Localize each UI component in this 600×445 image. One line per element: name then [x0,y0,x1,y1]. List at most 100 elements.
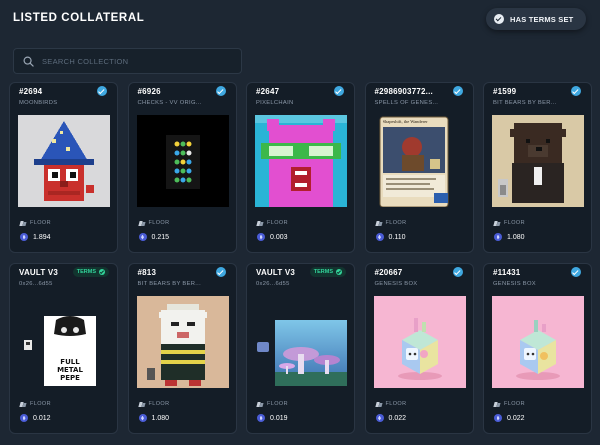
eth-icon [494,233,502,241]
card-title: #2694 [19,87,43,96]
nft-card[interactable]: #6926 CHECKS - VV ORIG... FLOOR 0.215 [127,82,237,253]
has-terms-set-button[interactable]: HAS TERMS SET [486,8,586,30]
search-bar[interactable] [13,48,242,74]
card-vault-address: 0x26...6d55 [19,281,53,287]
card-collection: BIT BEARS BY BER... [493,100,557,106]
eth-icon [20,233,28,241]
card-title: #11431 [493,268,521,277]
card-title: #20667 [374,268,403,277]
terms-badge: TERMS [72,267,109,277]
card-collection: SPELLS OF GENES... [374,100,439,106]
eth-icon [257,233,265,241]
nft-image: FULL METAL PEPE [18,296,110,388]
nft-card[interactable]: #11431 GENESIS BOX FLOOR 0.022 [483,263,592,434]
eth-icon [375,233,384,241]
eth-icon [138,414,147,422]
verified-icon [334,86,344,96]
floor-label: FLOOR [139,220,170,226]
floor-icon [257,221,263,226]
nft-card[interactable]: VAULT V3 0x26...6d55 TERMS FLOOR 0.019 [246,263,355,434]
verified-icon [452,86,463,96]
search-input[interactable] [42,56,232,66]
card-art-caption: FULL METAL PEPE [57,358,83,382]
floor-value: 0.022 [375,414,406,422]
check-icon [99,269,105,275]
floor-icon [20,221,26,226]
floor-label: FLOOR [376,401,407,407]
nft-image [136,296,229,388]
eth-icon [257,414,265,422]
card-title: #2647 [256,87,280,96]
check-icon [336,269,342,275]
floor-label: FLOOR [257,220,288,226]
floor-label: FLOOR [20,220,51,226]
check-circle-icon [494,14,504,24]
floor-value: 0.215 [138,233,169,241]
card-collection: MOONBIRDS [19,100,58,106]
nft-card[interactable]: #20667 GENESIS BOX FLOOR 0.022 [364,263,474,434]
page-title: LISTED COLLATERAL [13,12,145,24]
has-terms-set-label: HAS TERMS SET [510,14,574,24]
eth-icon [20,414,28,422]
nft-card[interactable]: #2986903772... SPELLS OF GENES... Shapes… [364,82,474,253]
floor-label: FLOOR [494,401,525,407]
nft-card[interactable]: #1599 BIT BEARS BY BER... FLOOR 1.080 [483,82,592,253]
floor-icon [376,402,382,407]
eth-icon [494,414,502,422]
nft-image [18,115,110,207]
card-title: VAULT V3 [256,268,296,277]
card-collection: GENESIS BOX [493,281,536,287]
nft-image [136,115,229,207]
nft-card[interactable]: #2647 PIXELCHAIN FLOOR 0.003 [246,82,355,253]
floor-icon [494,221,500,226]
floor-label: FLOOR [139,401,170,407]
verified-icon [571,86,581,96]
nft-image [255,296,347,388]
card-collection: CHECKS - VV ORIG... [137,100,202,106]
floor-icon [257,402,263,407]
floor-label: FLOOR [376,220,407,226]
verified-icon [571,267,581,277]
card-title: #2986903772... [374,87,433,96]
floor-icon [20,402,26,407]
eth-icon [375,414,384,422]
floor-icon [139,221,145,226]
floor-label: FLOOR [494,220,525,226]
verified-icon [215,86,226,96]
floor-icon [139,402,145,407]
nft-image [492,296,584,388]
floor-value: 1.080 [138,414,169,422]
floor-label: FLOOR [20,401,51,407]
search-icon [23,56,34,67]
floor-value: 0.019 [257,414,288,422]
nft-image [255,115,347,207]
floor-value: 1.080 [494,233,525,241]
card-vault-address: 0x26...6d55 [256,281,290,287]
verified-icon [97,86,107,96]
floor-value: 0.012 [20,414,51,422]
nft-image [373,296,466,388]
card-art-caption: Shapeshift, the Wanderer [382,119,428,124]
floor-value: 0.022 [494,414,525,422]
card-title: #6926 [137,87,161,96]
floor-label: FLOOR [257,401,288,407]
floor-value: 1.894 [20,233,51,241]
nft-card[interactable]: #813 BIT BEARS BY BER... FLOOR 1.080 [127,263,237,434]
verified-icon [452,267,463,277]
card-collection: BIT BEARS BY BER... [137,281,201,287]
card-title: VAULT V3 [19,268,59,277]
card-collection: PIXELCHAIN [256,100,294,106]
terms-badge: TERMS [309,267,346,277]
floor-icon [494,402,500,407]
verified-icon [215,267,226,277]
floor-icon [376,221,382,226]
nft-card[interactable]: #2694 MOONBIRDS FLOOR 1.894 [9,82,118,253]
card-title: #813 [137,268,157,277]
nft-card[interactable]: VAULT V3 0x26...6d55 TERMS FULL METAL PE… [9,263,118,434]
floor-value: 0.003 [257,233,288,241]
nft-image [492,115,584,207]
card-title: #1599 [493,87,517,96]
card-collection: GENESIS BOX [374,281,418,287]
eth-icon [138,233,147,241]
floor-value: 0.110 [375,233,406,241]
